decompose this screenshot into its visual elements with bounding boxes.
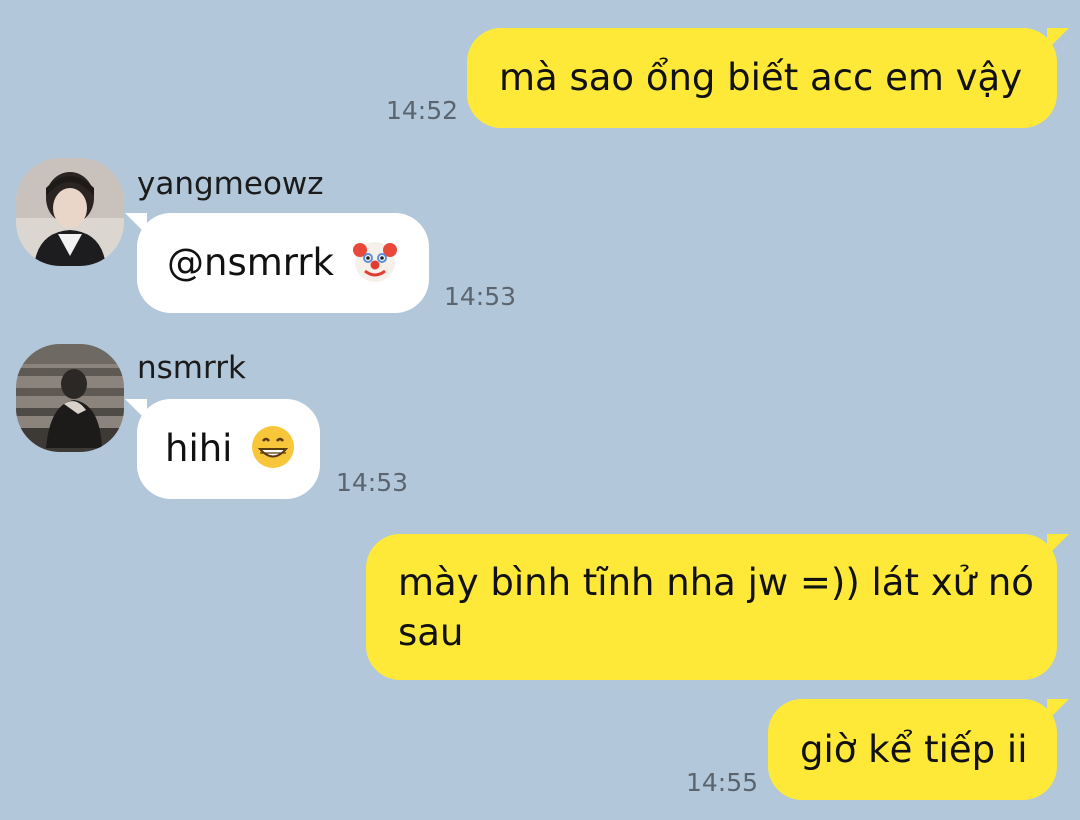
bubble-tail [1047,28,1069,50]
bubble-tail [1047,699,1069,721]
message-timestamp: 14:53 [444,282,517,311]
sender-name: yangmeowz [137,166,324,202]
avatar-yangmeowz[interactable] [16,158,124,266]
sender-name: nsmrrk [137,350,246,386]
clown-face-icon [352,238,398,297]
avatar-nsmrrk[interactable] [16,344,124,452]
outgoing-message-bubble[interactable]: mà sao ổng biết acc em vậy [467,28,1069,128]
bubble-tail [125,399,147,421]
message-text: mày bình tĩnh nha jw =)) lát xử nó [398,561,1034,604]
message-timestamp: 14:53 [336,468,409,497]
outgoing-message-bubble[interactable]: giờ kể tiếp ii [768,699,1069,800]
message-text: sau [398,611,464,654]
message-text: hihi [165,427,233,470]
message-text: giờ kể tiếp ii [800,728,1028,771]
bubble-tail [1047,534,1069,556]
bubble-tail [125,213,147,235]
incoming-message-bubble[interactable]: hihi [125,399,320,499]
grinning-face-icon [250,424,296,483]
incoming-message-bubble[interactable]: @nsmrrk [125,213,429,313]
message-text: mà sao ổng biết acc em vậy [499,56,1023,99]
message-text: @nsmrrk [167,241,334,284]
avatar-photo-icon [16,158,124,266]
message-timestamp: 14:55 [686,768,759,797]
avatar-photo-icon [16,344,124,452]
message-timestamp: 14:52 [386,96,459,125]
outgoing-message-bubble[interactable]: mày bình tĩnh nha jw =)) lát xử nó sau [366,534,1069,680]
chat-message-list[interactable]: mà sao ổng biết acc em vậy 14:52 yangmeo… [0,0,1080,820]
